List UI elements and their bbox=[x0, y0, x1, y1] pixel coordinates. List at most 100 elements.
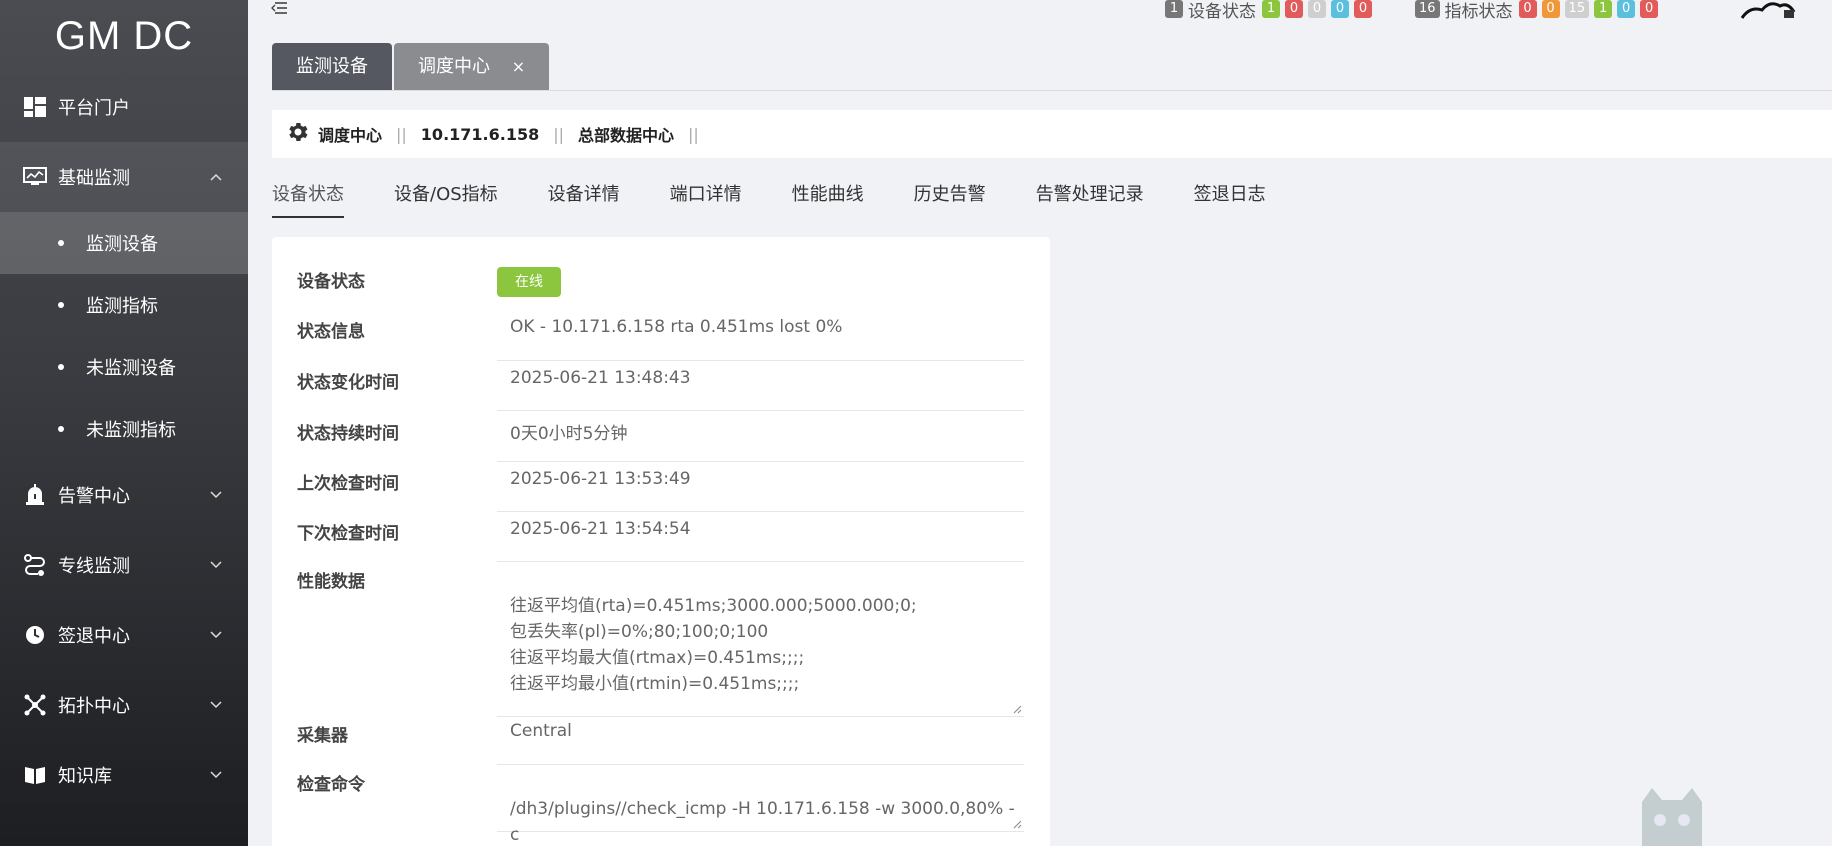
sidebar-item-signout-center[interactable]: 签退中心 bbox=[0, 600, 248, 670]
metric-unknown-badge[interactable]: 0 bbox=[1617, 0, 1636, 18]
field-label: 性能数据 bbox=[297, 572, 365, 592]
metric-total-badge: 16 bbox=[1415, 0, 1440, 18]
avatar[interactable] bbox=[1740, 0, 1796, 20]
sidebar-subitem-monitored-metrics[interactable]: 监测指标 bbox=[0, 274, 248, 336]
sidebar-item-label: 告警中心 bbox=[58, 486, 130, 507]
sidebar-item-label: 签退中心 bbox=[58, 626, 130, 647]
last-check-row: 上次检查时间 2025-06-21 13:53:49 bbox=[297, 469, 1024, 512]
sidebar-subitem-unmonitored-metrics[interactable]: 未监测指标 bbox=[0, 398, 248, 460]
status-badge: 在线 bbox=[497, 267, 561, 297]
perf-data-textarea[interactable]: 往返平均值(rta)=0.451ms;3000.000;5000.000;0; … bbox=[497, 567, 1024, 717]
dashboard-icon bbox=[22, 94, 48, 120]
resize-handle-icon[interactable] bbox=[1012, 819, 1022, 829]
sidebar: GM DC 平台门户 基础监测 监测设备 监测指标 未监测设备 未监测指标 告警… bbox=[0, 0, 248, 846]
tabs-divider bbox=[272, 90, 1832, 91]
status-duration-field[interactable]: 0天0小时5分钟 bbox=[497, 419, 1024, 462]
next-check-field[interactable]: 2025-06-21 13:54:54 bbox=[497, 519, 1024, 562]
metric-status-summary[interactable]: 16 指标状态 0 0 15 1 0 0 bbox=[1415, 0, 1663, 22]
info-row: 状态信息 OK - 10.171.6.158 rta 0.451ms lost … bbox=[297, 317, 1024, 361]
tab-dispatch-center[interactable]: 调度中心 × bbox=[394, 43, 550, 91]
tab-alarm-history[interactable]: 历史告警 bbox=[914, 180, 986, 218]
device-up-badge[interactable]: 1 bbox=[1262, 0, 1280, 18]
sidebar-item-portal[interactable]: 平台门户 bbox=[0, 72, 248, 142]
sidebar-subitem-monitored-devices[interactable]: 监测设备 bbox=[0, 212, 248, 274]
breadcrumb-separator: || bbox=[396, 124, 407, 144]
field-label: 状态变化时间 bbox=[297, 373, 399, 393]
device-status-summary[interactable]: 1 设备状态 1 0 0 0 0 bbox=[1165, 0, 1377, 22]
sidebar-subitem-unmonitored-devices[interactable]: 未监测设备 bbox=[0, 336, 248, 398]
breadcrumb-item[interactable]: 调度中心 bbox=[318, 122, 382, 146]
field-label: 状态持续时间 bbox=[297, 424, 399, 444]
tab-port-details[interactable]: 端口详情 bbox=[670, 180, 742, 218]
tab-device-status[interactable]: 设备状态 bbox=[272, 180, 344, 218]
device-status-card: 设备状态 在线 状态信息 OK - 10.171.6.158 rta 0.451… bbox=[272, 237, 1050, 846]
monitor-icon bbox=[22, 164, 48, 190]
status-change-time-field[interactable]: 2025-06-21 13:48:43 bbox=[497, 368, 1024, 411]
clock-icon bbox=[22, 622, 48, 648]
breadcrumb-item[interactable]: 总部数据中心 bbox=[578, 122, 674, 146]
alarm-icon bbox=[22, 482, 48, 508]
metric-pending-badge[interactable]: 15 bbox=[1564, 0, 1590, 18]
bullet-icon bbox=[58, 302, 64, 308]
command-row: 检查命令 /dh3/plugins//check_icmp -H 10.171.… bbox=[297, 770, 1024, 845]
resize-handle-icon[interactable] bbox=[1012, 704, 1022, 714]
cat-watermark-icon bbox=[1632, 782, 1712, 846]
app-logo: GM DC bbox=[54, 14, 194, 58]
check-command-text: /dh3/plugins//check_icmp -H 10.171.6.158… bbox=[510, 799, 1015, 845]
sidebar-subitem-label: 未监测指标 bbox=[86, 420, 176, 441]
chevron-down-icon bbox=[210, 557, 222, 573]
collapse-menu-icon[interactable] bbox=[270, 0, 288, 20]
sidebar-item-knowledge-base[interactable]: 知识库 bbox=[0, 740, 248, 810]
tab-alarm-handling-log[interactable]: 告警处理记录 bbox=[1036, 180, 1144, 218]
sidebar-subitem-label: 未监测设备 bbox=[86, 358, 176, 379]
device-pending-badge[interactable]: 0 bbox=[1308, 0, 1326, 18]
route-icon bbox=[22, 552, 48, 578]
sidebar-item-alarm-center[interactable]: 告警中心 bbox=[0, 460, 248, 530]
metric-down-badge[interactable]: 0 bbox=[1640, 0, 1659, 18]
sidebar-item-label: 专线监测 bbox=[58, 556, 130, 577]
tab-device-os-metrics[interactable]: 设备/OS指标 bbox=[394, 180, 498, 218]
duration-row: 状态持续时间 0天0小时5分钟 bbox=[297, 419, 1024, 462]
tab-device-details[interactable]: 设备详情 bbox=[548, 180, 620, 218]
change-time-row: 状态变化时间 2025-06-21 13:48:43 bbox=[297, 368, 1024, 411]
tab-signout-log[interactable]: 签退日志 bbox=[1194, 180, 1266, 218]
sidebar-item-label: 知识库 bbox=[58, 766, 112, 787]
bullet-icon bbox=[58, 426, 64, 432]
field-label: 状态信息 bbox=[297, 322, 365, 342]
detail-tabs: 设备状态 设备/OS指标 设备详情 端口详情 性能曲线 历史告警 告警处理记录 … bbox=[272, 180, 1316, 218]
chevron-up-icon bbox=[210, 169, 222, 185]
next-check-row: 下次检查时间 2025-06-21 13:54:54 bbox=[297, 519, 1024, 562]
status-info-field[interactable]: OK - 10.171.6.158 rta 0.451ms lost 0% bbox=[497, 317, 1024, 361]
tab-monitored-devices[interactable]: 监测设备 bbox=[272, 43, 392, 91]
sidebar-item-line-monitor[interactable]: 专线监测 bbox=[0, 530, 248, 600]
metric-warning-badge[interactable]: 0 bbox=[1541, 0, 1560, 18]
topbar: 1 设备状态 1 0 0 0 0 16 指标状态 0 0 15 1 0 0 bbox=[248, 0, 1832, 22]
sidebar-item-basic-monitor[interactable]: 基础监测 bbox=[0, 142, 248, 212]
chevron-down-icon bbox=[210, 627, 222, 643]
last-check-field[interactable]: 2025-06-21 13:53:49 bbox=[497, 469, 1024, 512]
breadcrumb-item[interactable]: 10.171.6.158 bbox=[421, 125, 539, 144]
metric-critical-badge[interactable]: 0 bbox=[1518, 0, 1537, 18]
topology-icon bbox=[22, 692, 48, 718]
metric-ok-badge[interactable]: 1 bbox=[1594, 0, 1613, 18]
field-label: 采集器 bbox=[297, 726, 348, 746]
book-icon bbox=[22, 762, 48, 788]
sidebar-subitem-label: 监测设备 bbox=[86, 234, 158, 255]
tab-performance-curve[interactable]: 性能曲线 bbox=[792, 180, 864, 218]
chevron-down-icon bbox=[210, 697, 222, 713]
close-icon[interactable]: × bbox=[512, 57, 525, 76]
perf-data-text: 往返平均值(rta)=0.451ms;3000.000;5000.000;0; … bbox=[510, 596, 917, 694]
tab-label: 监测设备 bbox=[296, 56, 368, 77]
bullet-icon bbox=[58, 364, 64, 370]
device-down-badge[interactable]: 0 bbox=[1285, 0, 1303, 18]
check-command-textarea[interactable]: /dh3/plugins//check_icmp -H 10.171.6.158… bbox=[497, 770, 1024, 845]
sidebar-item-topology-center[interactable]: 拓扑中心 bbox=[0, 670, 248, 740]
collector-field[interactable]: Central bbox=[497, 721, 1024, 765]
device-critical-badge[interactable]: 0 bbox=[1354, 0, 1372, 18]
field-label: 上次检查时间 bbox=[297, 474, 399, 494]
device-unreachable-badge[interactable]: 0 bbox=[1331, 0, 1349, 18]
tab-label: 调度中心 bbox=[418, 56, 490, 77]
field-label: 下次检查时间 bbox=[297, 524, 399, 544]
sidebar-item-label: 平台门户 bbox=[58, 98, 130, 119]
chevron-down-icon bbox=[210, 767, 222, 783]
